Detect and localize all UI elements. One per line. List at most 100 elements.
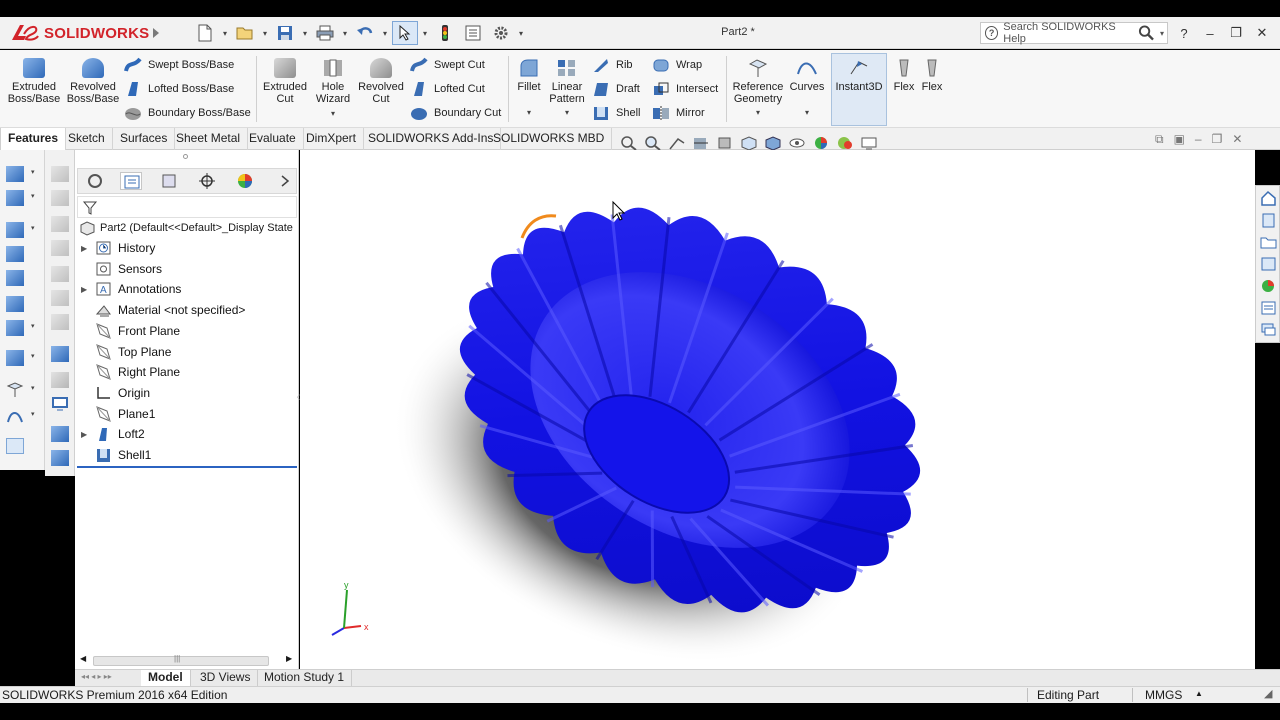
help-search-input[interactable]: Search SOLIDWORKS Help xyxy=(1003,21,1133,45)
fillet-dropdown-arrow-icon[interactable]: ▾ xyxy=(527,107,531,119)
options-dropdown-arrow-icon[interactable]: ▾ xyxy=(516,21,526,45)
flex-button-1[interactable]: Flex xyxy=(892,58,916,93)
revolved-cut-button[interactable]: Revolved Cut xyxy=(358,58,404,105)
dimxpert-manager-tab-icon[interactable] xyxy=(196,172,218,190)
zoom-to-fit-icon[interactable] xyxy=(620,135,638,151)
part-root-node[interactable]: Part2 (Default<<Default>_Display State xyxy=(79,220,293,236)
tree-item-front[interactable]: Front Plane xyxy=(81,321,180,341)
save-dropdown-arrow-icon[interactable]: ▾ xyxy=(300,21,310,45)
fillet-left-icon[interactable] xyxy=(6,320,24,336)
appearances-icon[interactable] xyxy=(1260,278,1277,294)
dynamic-annotation-icon[interactable] xyxy=(716,135,734,151)
boss-left-icon[interactable] xyxy=(6,246,24,262)
curves-dropdown-arrow-icon[interactable]: ▾ xyxy=(805,107,809,119)
view-palette-icon[interactable] xyxy=(1260,256,1277,272)
sketch-block-icon[interactable] xyxy=(51,450,69,466)
viewport-close-icon[interactable]: ✕ xyxy=(1232,132,1242,147)
tree-item-history[interactable]: ▶ History xyxy=(81,238,155,258)
viewport-split-icon[interactable]: ▣ xyxy=(1174,132,1185,147)
hide-show-items-icon[interactable] xyxy=(788,135,806,151)
reference-geometry-button[interactable]: Reference Geometry ▾ xyxy=(732,58,784,119)
custom-properties-icon[interactable] xyxy=(1260,300,1277,316)
tree-item-plane1[interactable]: Plane1 xyxy=(81,404,155,424)
expand-menu-arrow-icon[interactable] xyxy=(147,21,165,45)
expand-tabs-arrow-icon[interactable] xyxy=(274,172,296,190)
swept-cut-button[interactable]: Swept Cut xyxy=(410,55,485,75)
new-document-icon[interactable] xyxy=(192,21,218,45)
lofted-cut-button[interactable]: Lofted Cut xyxy=(410,79,485,99)
dropdown-arrow-icon[interactable]: ▾ xyxy=(31,352,35,360)
sketch-arc-icon[interactable] xyxy=(51,266,69,282)
linear-pattern-button[interactable]: Linear Pattern ▾ xyxy=(548,58,586,119)
curves-button[interactable]: Curves ▾ xyxy=(788,58,826,119)
dropdown-arrow-icon[interactable]: ▾ xyxy=(31,192,35,200)
unit-system-selector[interactable]: MMGS xyxy=(1145,688,1182,702)
section-view-icon[interactable] xyxy=(692,135,710,151)
intersect-button[interactable]: Intersect xyxy=(652,79,718,99)
tab-dimxpert[interactable]: DimXpert xyxy=(299,128,365,150)
view-orientation-left-icon[interactable] xyxy=(6,166,24,182)
lofted-boss-button[interactable]: Lofted Boss/Base xyxy=(124,79,234,99)
bowl-model[interactable] xyxy=(387,150,994,670)
tree-item-shell1[interactable]: Shell1 xyxy=(81,445,151,465)
tab-motion-study[interactable]: Motion Study 1 xyxy=(257,670,353,686)
sketch-spline-icon[interactable] xyxy=(51,290,69,306)
expand-arrow-icon[interactable]: ▶ xyxy=(81,285,95,294)
loft-left-icon[interactable] xyxy=(6,270,24,286)
tree-item-origin[interactable]: Origin xyxy=(81,383,150,403)
open-dropdown-arrow-icon[interactable]: ▾ xyxy=(260,21,270,45)
print-icon[interactable] xyxy=(312,21,338,45)
sketch-offset-icon[interactable] xyxy=(51,314,69,330)
flex-button-2[interactable]: Flex xyxy=(920,58,944,93)
panel-grip[interactable] xyxy=(183,154,188,159)
tree-item-top[interactable]: Top Plane xyxy=(81,342,171,362)
nav-first-icon[interactable]: ◂◂ ◂ ▸ ▸▸ xyxy=(81,672,112,681)
undo-icon[interactable] xyxy=(352,21,378,45)
instant3d-left-icon[interactable] xyxy=(6,438,24,454)
tab-mbd[interactable]: SOLIDWORKS MBD xyxy=(486,128,613,150)
units-dropdown-arrow-icon[interactable]: ▲ xyxy=(1195,689,1203,698)
dropdown-arrow-icon[interactable]: ▾ xyxy=(31,384,35,392)
options-gear-icon[interactable] xyxy=(488,21,514,45)
tab-sheet-metal[interactable]: Sheet Metal xyxy=(169,128,249,150)
draft-button[interactable]: Draft xyxy=(592,79,640,99)
filter-icon[interactable] xyxy=(82,200,98,216)
cut-left-icon[interactable] xyxy=(6,296,24,312)
search-icon[interactable] xyxy=(1138,24,1155,42)
tree-item-sensors[interactable]: Sensors xyxy=(81,259,162,279)
dropdown-arrow-icon[interactable]: ▾ xyxy=(31,322,35,330)
expand-arrow-icon[interactable]: ▶ xyxy=(81,430,95,439)
previous-view-icon[interactable] xyxy=(668,135,686,151)
dropdown-arrow-icon[interactable]: ▾ xyxy=(31,410,35,418)
dropdown-arrow-icon[interactable]: ▾ xyxy=(31,168,35,176)
rollback-bar[interactable] xyxy=(77,466,297,468)
scroll-left-arrow-icon[interactable]: ◀ xyxy=(80,654,86,663)
reference-geometry-left-icon[interactable] xyxy=(6,382,24,398)
sketch-rect-icon[interactable] xyxy=(51,216,69,232)
tree-item-annotations[interactable]: ▶ A Annotations xyxy=(81,279,181,299)
rib-button[interactable]: Rib xyxy=(592,55,633,75)
file-explorer-icon[interactable] xyxy=(1260,234,1277,250)
tab-3d-views[interactable]: 3D Views xyxy=(193,670,259,686)
select-dropdown-arrow-icon[interactable]: ▾ xyxy=(420,21,430,45)
save-icon[interactable] xyxy=(272,21,298,45)
apply-scene-icon[interactable] xyxy=(836,135,854,151)
restore-icon[interactable]: ❐ xyxy=(1224,25,1248,41)
resize-grip-icon[interactable]: ◢ xyxy=(1264,687,1272,700)
sketch-plane-icon[interactable] xyxy=(51,346,69,362)
forum-icon[interactable] xyxy=(1260,322,1277,338)
sketch-trim-icon[interactable] xyxy=(51,372,69,388)
extruded-boss-button[interactable]: Extruded Boss/Base xyxy=(8,58,60,105)
expand-arrow-icon[interactable]: ▶ xyxy=(81,244,95,253)
graphics-viewport[interactable]: x y xyxy=(300,150,1255,670)
curves-left-icon[interactable] xyxy=(6,408,24,424)
edit-appearance-icon[interactable] xyxy=(812,135,830,151)
tab-surfaces[interactable]: Surfaces xyxy=(113,128,176,150)
viewport-restore-icon[interactable]: ❐ xyxy=(1212,132,1223,147)
shell-button[interactable]: Shell xyxy=(592,103,640,123)
undo-dropdown-arrow-icon[interactable]: ▾ xyxy=(380,21,390,45)
close-icon[interactable]: ✕ xyxy=(1250,25,1274,41)
select-cursor-icon[interactable] xyxy=(392,21,418,45)
display-style-left-icon[interactable] xyxy=(6,190,24,206)
tree-item-loft2[interactable]: ▶ Loft2 xyxy=(81,424,145,444)
